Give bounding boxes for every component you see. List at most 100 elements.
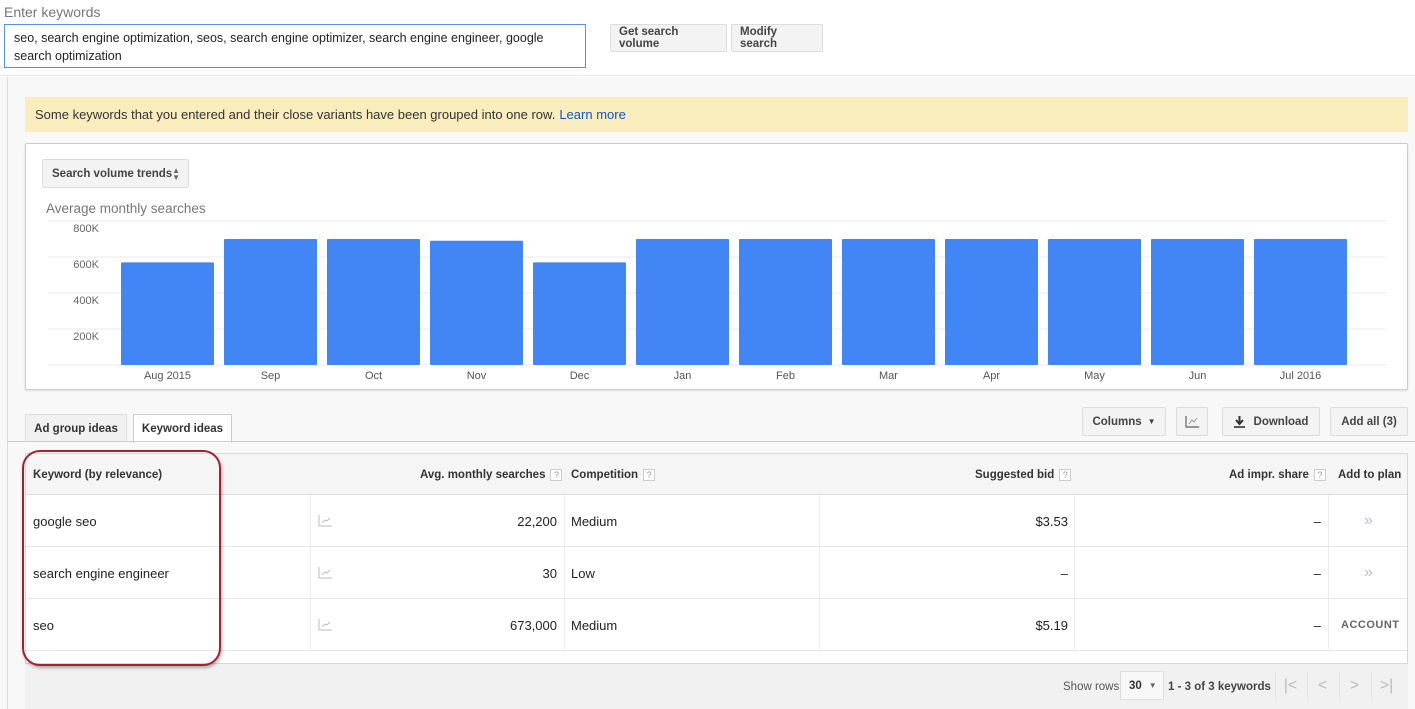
trend-chart-icon[interactable] — [318, 599, 332, 651]
bar-chart: 200K 400K 600K 800K Aug 2015 Sep Oct Nov Dec Jan F… — [26, 144, 1409, 391]
chart-toggle-button[interactable] — [1176, 407, 1208, 436]
help-icon[interactable]: ? — [550, 469, 562, 481]
results-area: Some keywords that you entered and their… — [0, 77, 1415, 709]
trend-chart-icon[interactable] — [318, 495, 332, 547]
header-add-to-plan: Add to plan — [1338, 454, 1401, 495]
keywords-input[interactable]: seo, search engine optimization, seos, s… — [4, 24, 586, 68]
tabs-divider — [7, 441, 1415, 442]
y-tick-label: 400K — [73, 295, 99, 307]
pagination-range: 1 - 3 of 3 keywords — [1168, 664, 1271, 709]
y-tick-label: 600K — [73, 259, 99, 271]
x-tick-label: Sep — [261, 370, 281, 382]
keywords-label: Enter keywords — [4, 4, 100, 20]
bid-cell: – — [1061, 547, 1068, 599]
x-tick-label: Apr — [983, 370, 1000, 382]
keyword-cell: search engine engineer — [33, 547, 169, 599]
searches-cell: 22,200 — [517, 495, 557, 547]
impr-share-cell: – — [1314, 495, 1321, 547]
bar-jun[interactable] — [1151, 239, 1244, 365]
searches-cell: 673,000 — [510, 599, 557, 651]
x-tick-label: Jan — [674, 370, 692, 382]
columns-button[interactable]: Columns ▼ — [1082, 407, 1166, 436]
show-rows-label: Show rows — [1063, 664, 1119, 709]
x-tick-label: Nov — [467, 370, 487, 382]
impr-share-cell: – — [1314, 599, 1321, 651]
previous-page-button[interactable]: < — [1307, 672, 1337, 700]
learn-more-link[interactable]: Learn more — [559, 107, 625, 122]
search-volume-chart-card: Search volume trends ▲▼ Average monthly … — [25, 143, 1408, 390]
last-page-button[interactable]: >| — [1371, 672, 1401, 700]
x-tick-label: Aug 2015 — [144, 370, 191, 382]
y-tick-label: 800K — [73, 223, 99, 235]
x-tick-label: Feb — [776, 370, 795, 382]
divider — [7, 77, 8, 709]
bar-may[interactable] — [1048, 239, 1141, 365]
bar-apr[interactable] — [945, 239, 1038, 365]
bar-sep[interactable] — [224, 239, 317, 365]
table-row: seo 673,000 Medium $5.19 – ACCOUNT — [26, 599, 1407, 651]
add-to-plan-button[interactable]: » — [1364, 547, 1373, 599]
rows-value: 30 — [1129, 680, 1142, 692]
impr-share-cell: – — [1314, 547, 1321, 599]
search-panel: Enter keywords seo, search engine optimi… — [0, 0, 1415, 76]
bar-jul-2016[interactable] — [1254, 239, 1347, 365]
tab-ad-group-ideas[interactable]: Ad group ideas — [25, 414, 127, 442]
add-all-button[interactable]: Add all (3) — [1330, 407, 1408, 436]
rows-per-page-select[interactable]: 30 ▼ — [1120, 671, 1164, 700]
chevron-down-icon: ▼ — [1149, 681, 1157, 690]
download-icon — [1234, 416, 1245, 428]
table-row: google seo 22,200 Medium $3.53 – » — [26, 495, 1407, 547]
header-suggested-bid[interactable]: Suggested bid ? — [975, 454, 1071, 495]
help-icon[interactable]: ? — [1314, 469, 1326, 481]
add-to-plan-button[interactable]: » — [1364, 495, 1373, 547]
table-header: Keyword (by relevance) Avg. monthly sear… — [26, 454, 1407, 495]
x-tick-label: Oct — [365, 370, 382, 382]
y-tick-label: 200K — [73, 331, 99, 343]
keyword-cell: seo — [33, 599, 54, 651]
competition-cell: Medium — [571, 599, 617, 651]
bar-nov[interactable] — [430, 241, 523, 365]
header-ad-impr-share[interactable]: Ad impr. share ? — [1229, 454, 1326, 495]
header-competition[interactable]: Competition ? — [571, 454, 655, 495]
competition-cell: Medium — [571, 495, 617, 547]
help-icon[interactable]: ? — [643, 469, 655, 481]
next-page-button[interactable]: > — [1339, 672, 1369, 700]
header-searches-label: Avg. monthly searches — [420, 469, 545, 481]
table-footer: Show rows 30 ▼ 1 - 3 of 3 keywords |< < … — [25, 664, 1408, 709]
first-page-button[interactable]: |< — [1275, 672, 1305, 700]
modify-search-button[interactable]: Modify search — [731, 24, 823, 52]
help-icon[interactable]: ? — [1059, 469, 1071, 481]
keyword-cell: google seo — [33, 495, 97, 547]
x-tick-label: Dec — [570, 370, 590, 382]
bar-dec[interactable] — [533, 262, 626, 365]
chevron-down-icon: ▼ — [1148, 417, 1156, 426]
header-competition-label: Competition — [571, 469, 638, 481]
bid-cell: $3.53 — [1035, 495, 1068, 547]
table-row: search engine engineer 30 Low – – » — [26, 547, 1407, 599]
trend-chart-icon[interactable] — [318, 547, 332, 599]
bar-mar[interactable] — [842, 239, 935, 365]
get-search-volume-button[interactable]: Get search volume — [610, 24, 727, 52]
download-button[interactable]: Download — [1222, 407, 1320, 436]
header-keyword[interactable]: Keyword (by relevance) — [33, 454, 162, 495]
download-label: Download — [1254, 416, 1309, 428]
tab-keyword-ideas[interactable]: Keyword ideas — [133, 414, 232, 443]
line-chart-icon — [1185, 416, 1199, 428]
x-tick-label: Jun — [1189, 370, 1207, 382]
bid-cell: $5.19 — [1035, 599, 1068, 651]
bar-jan[interactable] — [636, 239, 729, 365]
bar-feb[interactable] — [739, 239, 832, 365]
account-label: ACCOUNT — [1341, 599, 1400, 651]
bar-oct[interactable] — [327, 239, 420, 365]
x-tick-label: May — [1084, 370, 1105, 382]
competition-cell: Low — [571, 547, 595, 599]
grouped-keywords-notice: Some keywords that you entered and their… — [25, 97, 1408, 132]
bar-aug-2015[interactable] — [121, 262, 214, 365]
columns-label: Columns — [1092, 416, 1141, 428]
x-tick-label: Jul 2016 — [1280, 370, 1322, 382]
header-bid-label: Suggested bid — [975, 469, 1054, 481]
header-impr-label: Ad impr. share — [1229, 469, 1309, 481]
keyword-ideas-table: Keyword (by relevance) Avg. monthly sear… — [25, 453, 1408, 664]
header-avg-monthly-searches[interactable]: Avg. monthly searches ? — [420, 454, 562, 495]
notice-text: Some keywords that you entered and their… — [35, 107, 555, 122]
